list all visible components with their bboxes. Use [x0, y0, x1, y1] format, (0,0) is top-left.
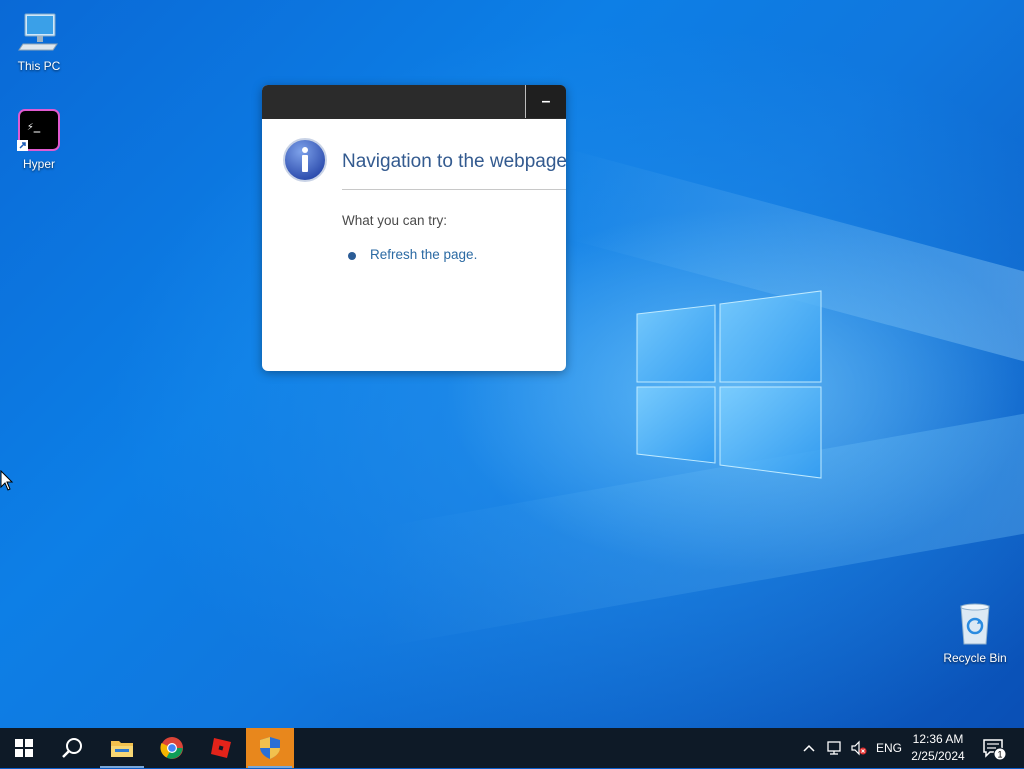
dialog-title-bar[interactable]: –: [262, 85, 566, 119]
mouse-cursor-icon: [0, 470, 14, 491]
chevron-up-icon: [803, 744, 815, 752]
info-icon: [283, 138, 327, 182]
dialog-title: Navigation to the webpage was canceled: [342, 151, 566, 172]
roblox-button[interactable]: [197, 728, 245, 768]
shield-icon: [260, 737, 280, 759]
chrome-icon: [160, 737, 183, 759]
desktop-icon-label: Hyper: [22, 157, 55, 171]
bullet-icon: [348, 252, 356, 260]
dialog-body: Navigation to the webpage was canceled W…: [262, 119, 566, 371]
clock-date: 2/25/2024: [911, 749, 965, 763]
volume-button[interactable]: [850, 728, 868, 768]
computer-icon: [18, 13, 58, 51]
network-icon: [827, 741, 841, 755]
clock[interactable]: 12:36 AM 2/25/2024: [904, 731, 972, 765]
file-explorer-button[interactable]: [98, 728, 146, 768]
search-button[interactable]: [48, 728, 96, 768]
refresh-page-link[interactable]: Refresh the page.: [370, 247, 477, 262]
taskbar: ENG 12:36 AM 2/25/2024 1: [0, 728, 1024, 768]
chrome-button[interactable]: [148, 728, 196, 768]
desktop-icon-label: Recycle Bin: [943, 651, 1007, 665]
recycle-bin-icon: [960, 603, 990, 645]
navigation-canceled-dialog: – Navigation to the webpage was canceled…: [262, 85, 566, 371]
show-hidden-icons-button[interactable]: [802, 728, 816, 768]
what-you-can-try-label: What you can try:: [342, 213, 448, 228]
notification-icon: 1: [983, 739, 1007, 761]
windows-icon: [15, 739, 33, 757]
clock-time: 12:36 AM: [912, 732, 964, 746]
desktop-icon-this-pc[interactable]: This PC: [1, 10, 77, 73]
search-icon: [62, 738, 82, 758]
roblox-icon: [211, 738, 231, 758]
security-shield-button[interactable]: [246, 728, 294, 768]
minimize-button[interactable]: –: [525, 85, 566, 118]
language-indicator[interactable]: ENG: [876, 728, 902, 768]
start-button[interactable]: [0, 728, 48, 768]
volume-muted-icon: [851, 740, 867, 756]
desktop-icon-hyper[interactable]: ⚡_ Hyper: [1, 108, 77, 171]
network-status-button[interactable]: [826, 728, 844, 768]
desktop-icon-label: This PC: [17, 59, 61, 73]
action-center-button[interactable]: 1: [980, 734, 1010, 764]
svg-text:⚡_: ⚡_: [27, 120, 41, 133]
divider: [342, 189, 566, 190]
desktop: This PC ⚡_ Hyper Recycle Bin – Navigatio…: [0, 0, 1024, 728]
folder-icon: [111, 741, 133, 757]
notification-count: 1: [997, 750, 1002, 760]
terminal-app-icon: ⚡_: [17, 109, 60, 151]
desktop-icon-recycle-bin[interactable]: Recycle Bin: [937, 602, 1013, 665]
